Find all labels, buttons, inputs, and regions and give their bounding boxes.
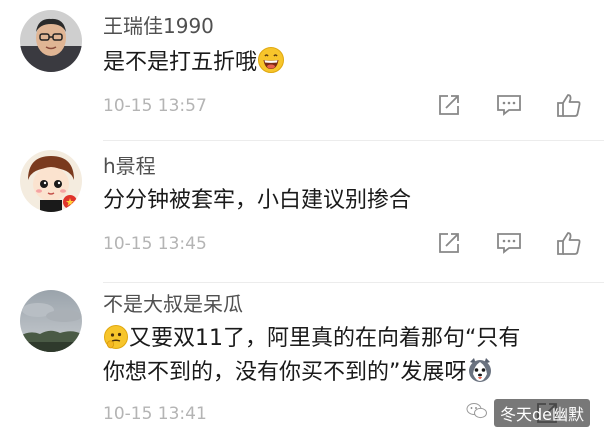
comment-text-content: 又要双11了，阿里真的在向着那句“只有 xyxy=(129,326,521,351)
like-icon xyxy=(557,232,581,255)
like-button[interactable] xyxy=(552,228,586,258)
share-button[interactable] xyxy=(432,228,466,258)
share-icon xyxy=(439,95,459,115)
timestamp: 10-15 13:45 xyxy=(103,234,207,254)
comment-item: 王瑞佳1990 是不是打五折哦 10-15 13:57 xyxy=(0,0,604,140)
timestamp: 10-15 13:41 xyxy=(103,404,207,424)
watermark: 冬天de幽默 xyxy=(466,399,590,427)
comment-icon xyxy=(497,95,521,116)
comment-button[interactable] xyxy=(492,90,526,120)
comment-icon xyxy=(497,233,521,254)
comment-text-content: 你想不到的，没有你买不到的”发展呀 xyxy=(103,360,467,385)
share-icon xyxy=(439,233,459,253)
timestamp: 10-15 13:57 xyxy=(103,96,207,116)
username[interactable]: 不是大叔是呆瓜 xyxy=(103,292,243,316)
comment-item: h景程 分分钟被套牢，小白建议别掺合 10-15 13:45 xyxy=(0,140,604,282)
grin-face-icon xyxy=(257,46,285,87)
like-button[interactable] xyxy=(552,90,586,120)
avatar[interactable] xyxy=(20,150,82,212)
comment-text: 是不是打五折哦 xyxy=(103,44,583,87)
husky-face-icon xyxy=(466,356,494,397)
comment-actions xyxy=(432,90,586,120)
username[interactable]: h景程 xyxy=(103,154,156,178)
comment-button[interactable] xyxy=(492,228,526,258)
comment-text: 分分钟被套牢，小白建议别掺合 xyxy=(103,188,412,213)
watermark-text: 冬天de幽默 xyxy=(493,399,590,427)
comment-text-content: 是不是打五折哦 xyxy=(103,50,258,75)
username[interactable]: 王瑞佳1990 xyxy=(103,14,214,38)
avatar[interactable] xyxy=(20,290,82,352)
comment-text-line: 你想不到的，没有你买不到的”发展呀 xyxy=(103,354,583,397)
comment-actions xyxy=(432,228,586,258)
wechat-channel-icon xyxy=(466,402,488,424)
share-button[interactable] xyxy=(432,90,466,120)
avatar[interactable] xyxy=(20,10,82,72)
like-icon xyxy=(557,94,581,117)
